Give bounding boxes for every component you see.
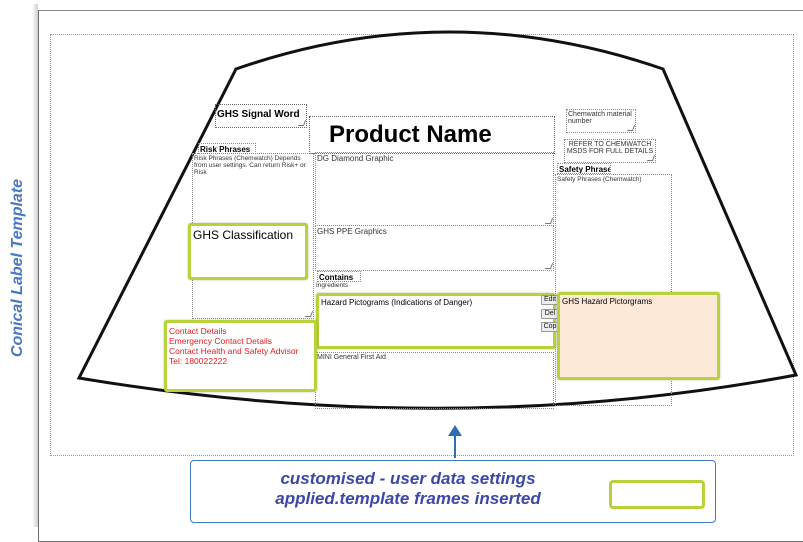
ghs-ppe-frame[interactable]: GHS PPE Graphics	[315, 225, 554, 271]
contact-details-frame[interactable]: Contact Details Emergency Contact Detail…	[164, 320, 317, 392]
safety-phrases-title-frame[interactable]: Safety Phrases	[557, 163, 611, 174]
signal-word-frame[interactable]: GHS Signal Word	[215, 104, 307, 128]
chemwatch-material-frame[interactable]: Chemwatch material number	[566, 109, 636, 133]
ghs-classification-frame[interactable]: GHS Classification	[188, 223, 308, 280]
refer-msds-frame[interactable]: REFER TO CHEMWATCH MSDS FOR FULL DETAILS	[564, 139, 656, 163]
callout-text: customised - user data settings applied.…	[275, 469, 541, 508]
callout-box: customised - user data settings applied.…	[190, 460, 716, 523]
contact-line: Contact Health and Safety Advisor	[169, 346, 299, 356]
contact-line: Emergency Contact Details	[169, 336, 272, 346]
contact-line: Tel: 180022222	[169, 356, 228, 366]
callout-arrow-line	[454, 434, 456, 458]
dg-diamond-frame[interactable]: DG Diamond Graphic	[315, 152, 554, 226]
first-aid-frame[interactable]: MINI General First Aid	[315, 352, 554, 409]
highlight-legend-swatch	[609, 480, 705, 509]
ghs-hazard-pictograms-frame[interactable]: GHS Hazard Pictorgrams	[557, 292, 720, 380]
contact-line: Contact Details	[169, 326, 227, 336]
callout-arrow-icon	[448, 425, 462, 436]
hazard-pictograms-frame[interactable]: Hazard Pictograms (Indications of Danger…	[316, 293, 556, 349]
product-name-frame[interactable]: Product Name	[309, 116, 555, 154]
